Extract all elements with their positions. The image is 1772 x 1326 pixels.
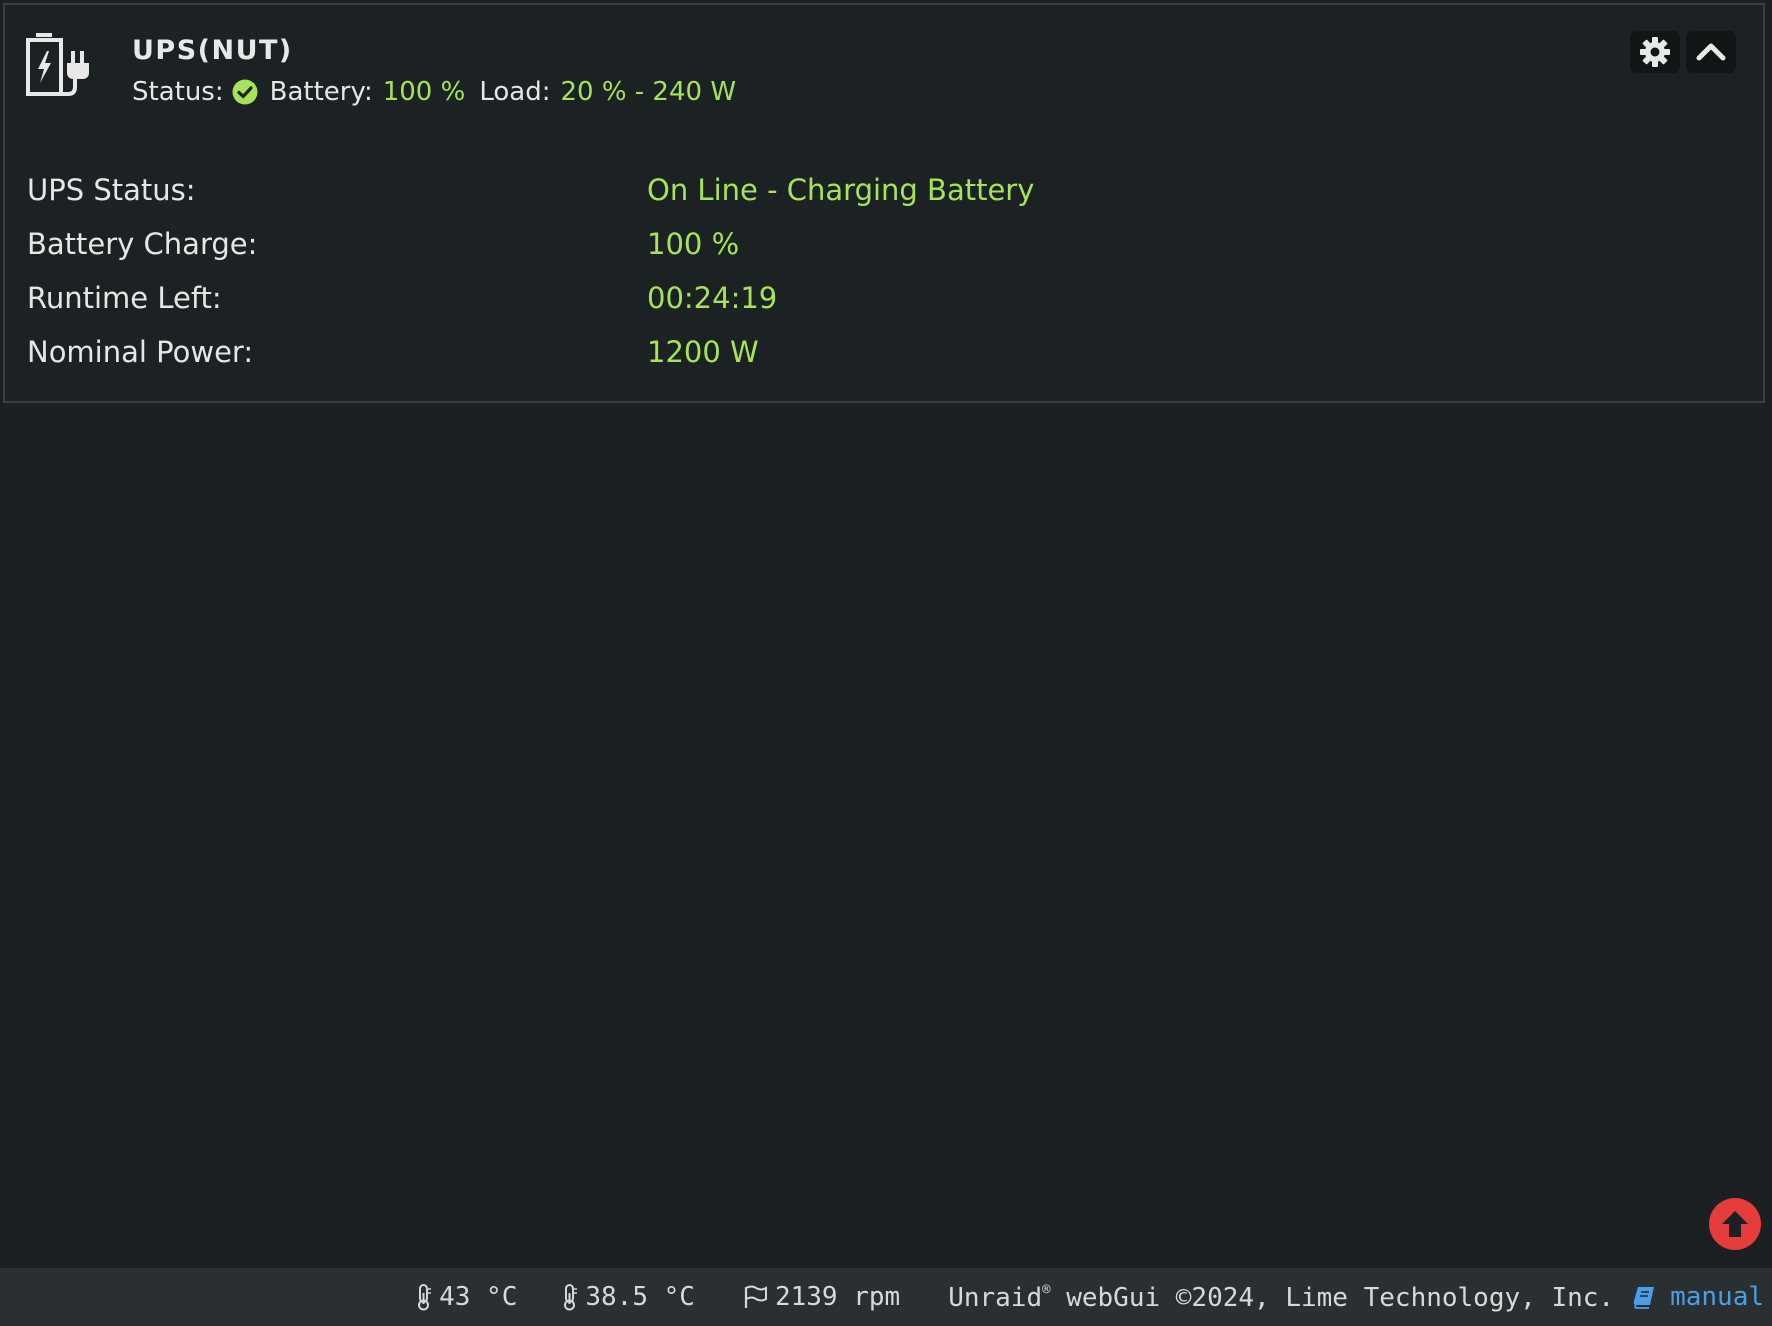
info-value: 100 %: [647, 227, 740, 261]
info-row-nominal-power: Nominal Power: 1200 W: [27, 325, 1034, 379]
cpu-temp: 43 °C: [415, 1282, 517, 1312]
fan-speed-value: 2139 rpm: [774, 1282, 901, 1312]
thermometer-icon: [418, 1284, 432, 1311]
info-label: Battery Charge:: [27, 227, 258, 261]
brand-name: Unraid: [948, 1282, 1043, 1313]
gear-icon: [1640, 37, 1670, 67]
status-label: Status:: [132, 77, 224, 107]
battery-plug-icon: [26, 33, 89, 96]
arrow-up-icon: [1722, 1211, 1748, 1237]
settings-button[interactable]: [1630, 31, 1680, 73]
battery-label: Battery:: [269, 77, 373, 107]
book-icon: [1633, 1287, 1655, 1309]
info-value: On Line - Charging Battery: [647, 173, 1035, 207]
chevron-up-icon: [1696, 43, 1726, 61]
info-label: Runtime Left:: [27, 281, 222, 315]
info-value: 1200 W: [647, 335, 759, 369]
manual-label: manual: [1670, 1282, 1764, 1312]
ups-widget: UPS(NUT) Status: Battery: 100 % Load: 20…: [3, 3, 1765, 403]
thermometer-icon: [564, 1284, 578, 1311]
ups-info-table: UPS Status: On Line - Charging Battery B…: [27, 163, 1034, 379]
info-row-ups-status: UPS Status: On Line - Charging Battery: [27, 163, 1034, 217]
footer: 43 °C 38.5 °C 2139 rpm Unraid® webGui ©2…: [0, 1268, 1772, 1326]
battery-value: 100 %: [382, 77, 466, 107]
flag-icon: [744, 1285, 767, 1308]
copyright: Unraid® webGui ©2024, Lime Technology, I…: [948, 1282, 1614, 1313]
info-value: 00:24:19: [647, 281, 778, 315]
ups-summary: Status: Battery: 100 % Load: 20 % - 240 …: [132, 77, 736, 107]
load-label: Load:: [479, 77, 551, 107]
info-row-battery-charge: Battery Charge: 100 %: [27, 217, 1034, 271]
board-temp-value: 38.5 °C: [585, 1282, 695, 1312]
registered-mark: ®: [1042, 1281, 1051, 1298]
copyright-text: webGui ©2024, Lime Technology, Inc.: [1050, 1282, 1615, 1313]
info-row-runtime-left: Runtime Left: 00:24:19: [27, 271, 1034, 325]
collapse-button[interactable]: [1686, 31, 1736, 73]
board-temp: 38.5 °C: [561, 1282, 695, 1312]
manual-link[interactable]: manual: [1632, 1282, 1764, 1312]
load-value: 20 % - 240 W: [560, 77, 737, 107]
panel-buttons: [1630, 31, 1736, 73]
check-circle-icon: [232, 79, 258, 105]
scroll-top-button[interactable]: [1709, 1198, 1761, 1250]
info-label: Nominal Power:: [27, 335, 254, 369]
cpu-temp-value: 43 °C: [439, 1282, 518, 1312]
widget-title: UPS(NUT): [132, 35, 293, 66]
fan-speed: 2139 rpm: [743, 1282, 900, 1312]
info-label: UPS Status:: [27, 173, 196, 207]
